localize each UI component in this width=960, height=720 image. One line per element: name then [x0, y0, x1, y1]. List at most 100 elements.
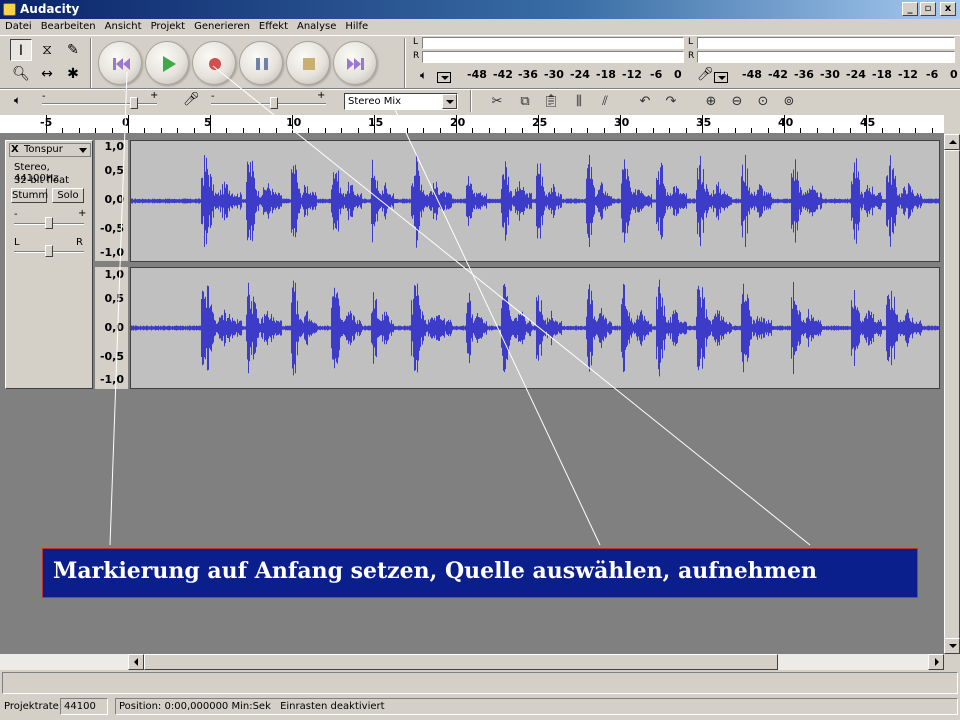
track-name: Tonspur [24, 144, 63, 155]
ruler-tick [488, 128, 490, 133]
stop-button[interactable] [286, 41, 330, 85]
meter-tick: -36 [794, 68, 814, 81]
silence-button[interactable]: ⫽ [594, 92, 616, 112]
ruler-label: 45 [860, 116, 876, 129]
ruler-tick [718, 128, 720, 133]
input-source-select[interactable]: Stereo Mix [344, 93, 458, 110]
mute-button[interactable]: Stumm [11, 188, 48, 203]
amplitude-label: 0,5 [104, 292, 125, 305]
menu-projekt[interactable]: Projekt [151, 19, 186, 35]
title-bar: Audacity _ ▫ x [0, 0, 960, 19]
redo-button[interactable]: ↷ [660, 92, 682, 112]
envelope-tool[interactable]: ⧖ [36, 39, 58, 61]
cut-button[interactable]: ✂ [486, 92, 508, 112]
ruler-tick [882, 128, 884, 133]
track-close-button[interactable]: X [11, 144, 19, 156]
scroll-up-button[interactable] [944, 134, 960, 150]
meter-tick: -6 [926, 68, 939, 81]
fit-selection-button[interactable]: ⊙ [752, 92, 774, 112]
horizontal-scroll-thumb[interactable] [144, 654, 778, 670]
output-volume-icon: 🔈︎ [14, 93, 22, 107]
menu-analyse[interactable]: Analyse [297, 19, 336, 35]
track-name-menu[interactable]: X Tonspur [9, 143, 91, 157]
paste-button[interactable]: 📋︎ [540, 92, 562, 112]
timeline-ruler[interactable]: -5 0 5 10 15 20 25 30 35 40 45 [0, 115, 944, 134]
waveform-right-channel[interactable] [130, 267, 940, 389]
horizontal-scrollbar[interactable] [0, 654, 944, 670]
waveform-left-channel[interactable] [130, 140, 940, 262]
meter-left-label: L [413, 37, 419, 47]
scroll-down-button[interactable] [944, 638, 960, 654]
copy-button[interactable]: ⧉ [514, 92, 536, 112]
output-meter-right[interactable] [422, 51, 684, 63]
ruler-tick [915, 128, 917, 133]
skip-to-end-button[interactable] [333, 41, 377, 85]
input-volume-icon: 🎤︎ [183, 92, 200, 107]
toolbar-row-separator [0, 88, 960, 90]
scroll-right-button[interactable] [928, 654, 944, 670]
meter-tick: -12 [898, 68, 918, 81]
draw-tool[interactable]: ✎ [62, 39, 84, 61]
menu-hilfe[interactable]: Hilfe [345, 19, 368, 35]
ruler-tick [800, 128, 802, 133]
menu-generieren[interactable]: Generieren [194, 19, 250, 35]
play-button[interactable] [145, 41, 189, 85]
status-message: Position: 0:00,000000 Min:Sek Einrasten … [115, 698, 958, 715]
minimize-button[interactable]: _ [902, 2, 918, 16]
ruler-label: 35 [696, 116, 712, 129]
ruler-tick [374, 115, 375, 133]
ruler-tick [226, 128, 228, 133]
input-volume-track[interactable] [211, 103, 326, 105]
project-rate-field[interactable]: 44100 [60, 698, 108, 715]
menu-effekt[interactable]: Effekt [259, 19, 288, 35]
multi-tool[interactable]: ✱ [62, 63, 84, 85]
close-button[interactable]: x [940, 2, 956, 16]
scroll-left-button[interactable] [128, 654, 144, 670]
ruler-tick [128, 115, 129, 133]
microphone-icon: 🎤︎ [697, 67, 714, 82]
input-volume-slider[interactable] [270, 97, 279, 109]
amplitude-label: 1,0 [104, 140, 125, 153]
fit-project-button[interactable]: ⊚ [778, 92, 800, 112]
window-controls: _ ▫ x [902, 2, 956, 16]
record-button[interactable] [192, 41, 236, 85]
input-meter-left[interactable] [697, 37, 955, 49]
output-volume-track[interactable] [42, 103, 157, 105]
ruler-tick [242, 128, 244, 133]
vertical-scroll-thumb[interactable] [944, 150, 960, 640]
output-volume-slider[interactable] [130, 97, 138, 109]
gain-slider[interactable] [45, 217, 53, 229]
ruler-tick [357, 128, 359, 133]
solo-button[interactable]: Solo [52, 188, 84, 203]
zoom-out-button[interactable]: ⊖ [726, 92, 748, 112]
timeshift-tool[interactable]: ↔ [36, 63, 58, 85]
chevron-down-icon[interactable] [442, 94, 457, 109]
meter-tick: -24 [570, 68, 590, 81]
zoom-tool[interactable]: 🔍︎ [10, 63, 32, 85]
ruler-tick [78, 128, 80, 133]
output-meter-menu[interactable] [437, 72, 451, 83]
menu-ansicht[interactable]: Ansicht [105, 19, 142, 35]
paste-icon: 📋︎ [542, 94, 560, 109]
undo-button[interactable]: ↶ [634, 92, 656, 112]
amplitude-ruler-right: 1,0 0,5 0,0 -0,5 -1,0 [95, 267, 129, 389]
menu-bearbeiten[interactable]: Bearbeiten [41, 19, 96, 35]
input-meter-menu[interactable] [714, 72, 728, 83]
restore-button[interactable]: ▫ [920, 2, 936, 16]
vertical-scrollbar[interactable] [944, 134, 960, 654]
trim-button[interactable]: ⫼ [568, 92, 590, 112]
pan-left-label: L [14, 237, 20, 248]
pan-right-label: R [76, 237, 83, 248]
input-meter-right[interactable] [697, 51, 955, 63]
window-title: Audacity [20, 2, 80, 16]
track-control-panel: X Tonspur Stereo, 44100Hz 32-bit float S… [5, 140, 93, 389]
selection-tool[interactable]: I [10, 39, 32, 61]
skip-to-start-button[interactable] [98, 41, 142, 85]
menu-datei[interactable]: Datei [5, 19, 32, 35]
pause-button[interactable] [239, 41, 283, 85]
pan-slider[interactable] [45, 245, 53, 257]
zoom-in-button[interactable]: ⊕ [700, 92, 722, 112]
output-meter-left[interactable] [422, 37, 684, 49]
fit-project-icon: ⊚ [783, 94, 795, 109]
toolbar-separator [404, 38, 406, 88]
